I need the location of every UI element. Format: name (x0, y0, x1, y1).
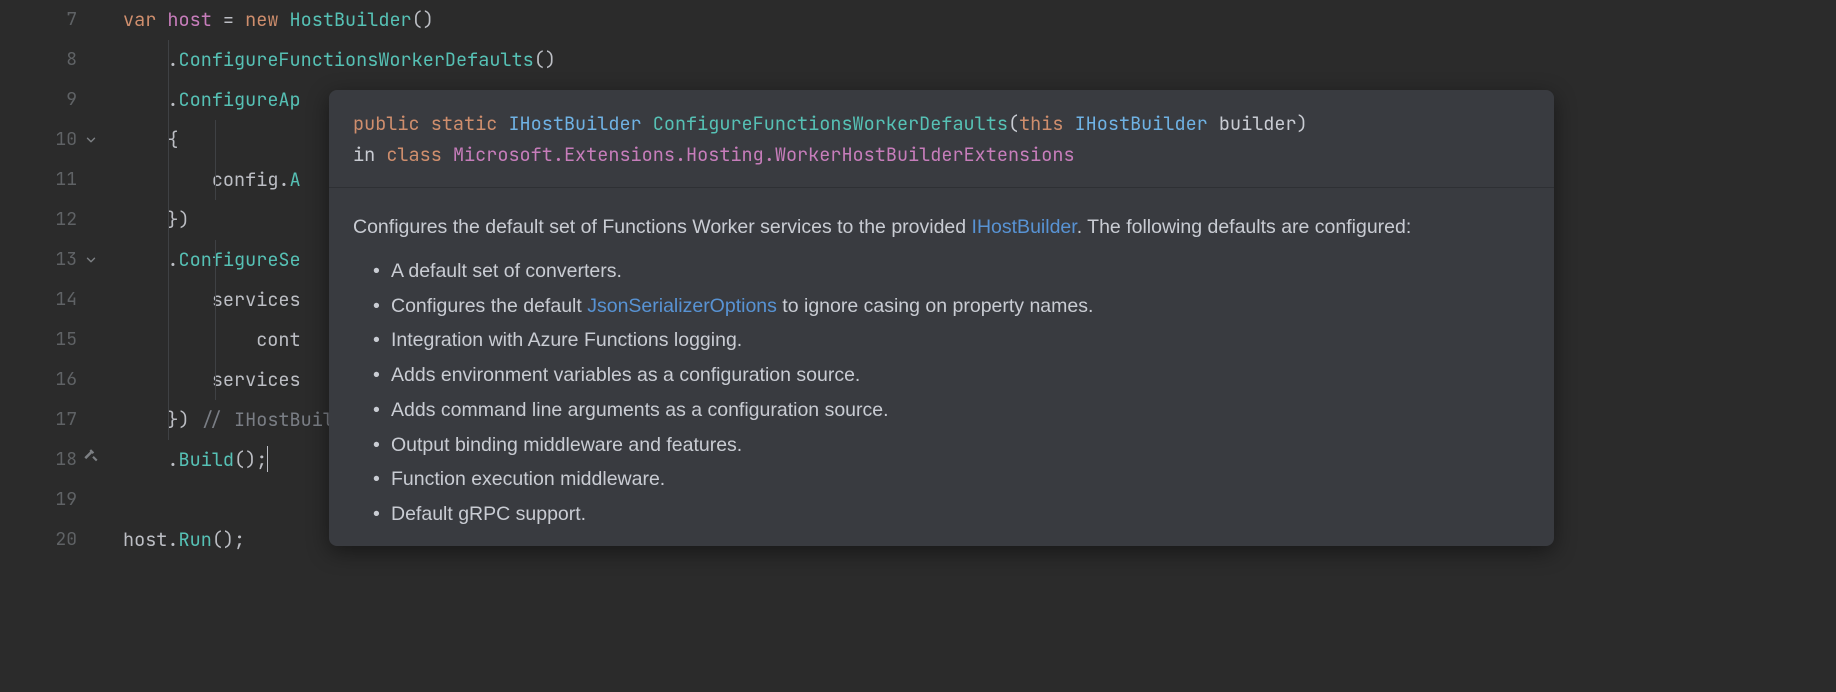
keyword-this: this (1019, 111, 1063, 136)
bullet-text: Default gRPC support. (391, 503, 586, 525)
fold-chevron-icon[interactable] (83, 132, 99, 148)
desc-text: Configures the default set of Functions … (353, 216, 972, 238)
indent-guide (168, 40, 169, 440)
line-gutter: 7891011121314151617181920 (0, 0, 105, 560)
tooltip-bullet: Output binding middleware and features. (391, 428, 1530, 463)
dot: . (167, 47, 178, 72)
bullet-text: A default set of converters. (391, 260, 622, 282)
method-call: ConfigureSe (179, 247, 301, 272)
tooltip-bullet: Function execution middleware. (391, 462, 1530, 497)
brace: }) (167, 207, 189, 232)
dot: . (167, 87, 178, 112)
line-number: 17 (0, 400, 77, 440)
tooltip-bullet-list: A default set of converters. Configures t… (329, 250, 1554, 532)
type-name: HostBuilder (290, 7, 412, 32)
bullet-text: Adds environment variables as a configur… (391, 364, 860, 386)
line-number: 15 (0, 320, 77, 360)
keyword-var: var (123, 7, 156, 32)
bullet-text: to ignore casing on property names. (777, 295, 1094, 317)
desc-text: . The following defaults are configured: (1077, 216, 1412, 238)
tooltip-description: Configures the default set of Functions … (329, 188, 1554, 250)
bullet-text: Integration with Azure Functions logging… (391, 329, 742, 351)
identifier: cont (256, 327, 300, 352)
line-number: 12 (0, 200, 77, 240)
line-number: 20 (0, 520, 77, 560)
line-number: 11 (0, 160, 77, 200)
identifier: config. (212, 167, 290, 192)
code-line[interactable]: var host = new HostBuilder() (123, 0, 556, 40)
tooltip-bullet: Configures the default JsonSerializerOpt… (391, 289, 1530, 324)
dot: . (167, 247, 178, 272)
semicolon: (); (212, 527, 245, 552)
doc-link[interactable]: JsonSerializerOptions (587, 295, 777, 317)
line-number: 7 (0, 0, 77, 40)
method-call: ConfigureAp (179, 87, 301, 112)
method-name: ConfigureFunctionsWorkerDefaults (653, 111, 1008, 136)
tooltip-bullet: Default gRPC support. (391, 497, 1530, 532)
build-hammer-icon[interactable] (81, 440, 99, 480)
line-number: 16 (0, 360, 77, 400)
brace: { (167, 127, 178, 152)
identifier: services (212, 287, 301, 312)
method-call: ConfigureFunctionsWorkerDefaults (179, 47, 534, 72)
identifier: host (167, 7, 211, 32)
dot: . (167, 447, 178, 472)
keyword-new: new (245, 7, 289, 32)
namespace: Microsoft.Extensions.Hosting.WorkerHostB… (453, 142, 1075, 167)
code-line[interactable]: .ConfigureFunctionsWorkerDefaults() (123, 40, 556, 80)
method-call: Build (179, 447, 235, 472)
bullet-text: Adds command line arguments as a configu… (391, 399, 889, 421)
semicolon: (); (234, 447, 267, 472)
tooltip-bullet: Adds command line arguments as a configu… (391, 393, 1530, 428)
line-number: 19 (0, 480, 77, 520)
line-number: 13 (0, 240, 77, 280)
brace: }) (167, 407, 200, 432)
bullet-text: Configures the default (391, 295, 587, 317)
param-name: builder (1219, 111, 1297, 136)
tooltip-bullet: Adds environment variables as a configur… (391, 358, 1530, 393)
indent-guide (215, 240, 216, 400)
tooltip-bullet: Integration with Azure Functions logging… (391, 323, 1530, 358)
parens: () (412, 7, 434, 32)
text-caret (267, 446, 268, 472)
keyword-public: public (353, 111, 420, 136)
quick-doc-tooltip[interactable]: public static IHostBuilder ConfigureFunc… (329, 90, 1554, 546)
literal-in: in (353, 142, 386, 167)
doc-link[interactable]: IHostBuilder (972, 216, 1077, 238)
line-number: 14 (0, 280, 77, 320)
method-call: Run (179, 527, 212, 552)
line-number: 9 (0, 80, 77, 120)
type-name: IHostBuilder (1075, 111, 1208, 136)
keyword-static: static (431, 111, 498, 136)
operator: = (212, 7, 245, 32)
line-number: 8 (0, 40, 77, 80)
type-name: IHostBuilder (508, 111, 641, 136)
tooltip-bullet: A default set of converters. (391, 254, 1530, 289)
bullet-text: Output binding middleware and features. (391, 434, 742, 456)
keyword-class: class (386, 142, 442, 167)
identifier: host. (123, 527, 179, 552)
parens: () (534, 47, 556, 72)
tooltip-signature: public static IHostBuilder ConfigureFunc… (329, 90, 1554, 188)
method-call: A (290, 167, 301, 192)
bullet-text: Function execution middleware. (391, 468, 665, 490)
line-number: 10 (0, 120, 77, 160)
indent-guide (215, 120, 216, 200)
fold-chevron-icon[interactable] (83, 252, 99, 268)
identifier: services (212, 367, 301, 392)
line-number: 18 (0, 440, 77, 480)
